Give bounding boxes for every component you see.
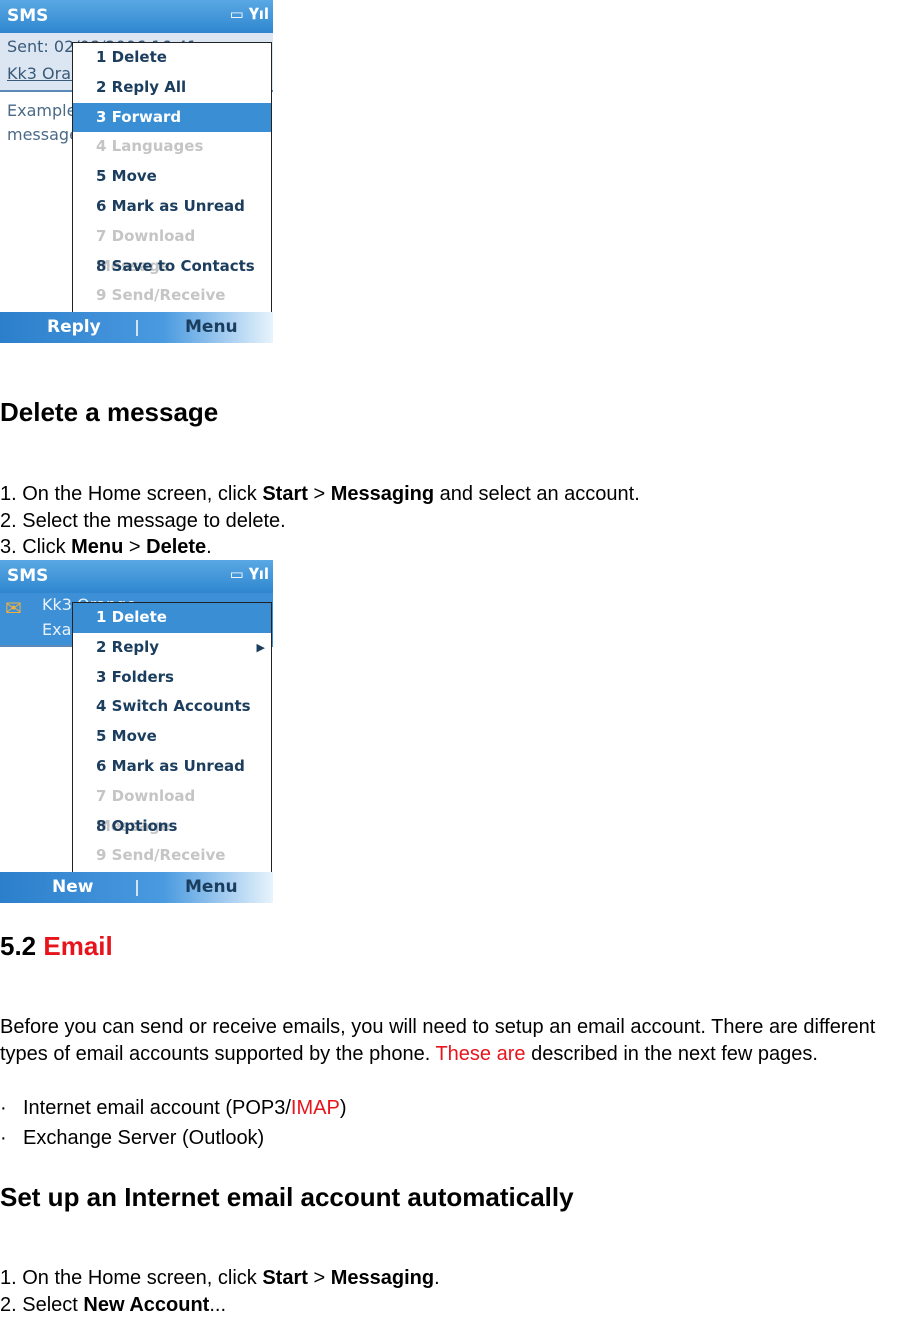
menu-item[interactable]: 2 Reply All bbox=[73, 73, 271, 103]
heading-email: 5.2 Email bbox=[0, 931, 113, 962]
menu-item: 9 Send/Receive bbox=[73, 281, 271, 311]
menu-item-label: 2 Reply All bbox=[96, 78, 186, 96]
menu-item[interactable]: 1 Delete bbox=[73, 43, 271, 73]
title-bar: SMS ▭ 𝐘ıl bbox=[0, 0, 273, 33]
menu-item-label: 3 Forward bbox=[96, 108, 181, 126]
heading-delete-message: Delete a message bbox=[0, 397, 218, 428]
menu-item-label: 8 Options bbox=[96, 817, 177, 835]
softkey-menu[interactable]: Menu bbox=[185, 317, 238, 337]
menu-item[interactable]: 5 Move bbox=[73, 722, 271, 752]
menu-item: 7 Download Message bbox=[73, 782, 271, 812]
menu-item-label: 9 Send/Receive bbox=[96, 846, 225, 864]
menu-item: 9 Send/Receive bbox=[73, 841, 271, 871]
menu-item[interactable]: 3 Forward bbox=[73, 103, 271, 133]
menu-item-label: 9 Send/Receive bbox=[96, 286, 225, 304]
menu-item[interactable]: 6 Mark as Unread bbox=[73, 192, 271, 222]
imap-link[interactable]: IMAP bbox=[291, 1097, 340, 1119]
menu-item-label: 3 Folders bbox=[96, 668, 174, 686]
menu-item[interactable]: 8 Options bbox=[73, 812, 271, 842]
menu-item[interactable]: 4 Switch Accounts bbox=[73, 692, 271, 722]
context-menu: 1 Delete 2 Reply All 3 Forward 4 Languages 5… bbox=[72, 42, 272, 313]
softkey-new[interactable]: New bbox=[52, 877, 93, 897]
phone-screenshot-inbox-menu: SMS▭ 𝐘ıl ✉ Kk3 Orange Example 1 Delete2 … bbox=[0, 560, 273, 903]
sent-label: Sent: bbox=[7, 37, 49, 56]
bullet-1: ·Internet email account (POP3/IMAP) bbox=[0, 1095, 898, 1122]
these-are-link[interactable]: These are bbox=[435, 1043, 525, 1065]
menu-item-label: 5 Move bbox=[96, 727, 157, 745]
softkey-menu[interactable]: Menu bbox=[185, 877, 238, 897]
phone-screenshot-message-menu: SMS▭ 𝐘ıl Sent: 02/08/2006 16:41 Kk3 Oran… bbox=[0, 0, 273, 343]
app-title: SMS bbox=[7, 6, 48, 26]
menu-item[interactable]: 3 Folders bbox=[73, 663, 271, 693]
menu-item-label: 6 Mark as Unread bbox=[96, 197, 245, 215]
menu-item[interactable]: 6 Mark as Unread bbox=[73, 752, 271, 782]
menu-item: 4 Languages bbox=[73, 132, 271, 162]
menu-item[interactable]: 8 Save to Contacts bbox=[73, 252, 271, 282]
softkey-bar: Reply Menu bbox=[0, 312, 273, 343]
menu-item-label: 8 Save to Contacts bbox=[96, 257, 255, 275]
battery-signal-icon: ▭ 𝐘ıl bbox=[230, 565, 269, 583]
step: 2. Select New Account... bbox=[0, 1292, 898, 1318]
menu-item-label: 2 Reply bbox=[96, 638, 159, 656]
setup-steps: 1. On the Home screen, click Start > Mes… bbox=[0, 1265, 898, 1318]
menu-item-label: 4 Languages bbox=[96, 137, 203, 155]
message-body: Examplemessage bbox=[7, 99, 79, 147]
context-menu: 1 Delete 2 Reply ▶ 3 Folders 4 Switch Accoun… bbox=[72, 602, 272, 873]
menu-item-label: 4 Switch Accounts bbox=[96, 697, 251, 715]
battery-signal-icon: ▭ 𝐘ıl bbox=[230, 5, 269, 23]
softkey-bar: New Menu bbox=[0, 872, 273, 903]
email-intro: Before you can send or receive emails, y… bbox=[0, 1014, 898, 1067]
title-bar: SMS ▭ 𝐘ıl bbox=[0, 560, 273, 593]
menu-item-label: 1 Delete bbox=[96, 608, 167, 626]
delete-steps: 1. On the Home screen, click Start > Mes… bbox=[0, 481, 898, 561]
bullet-2: ·Exchange Server (Outlook) bbox=[0, 1125, 898, 1152]
step: 3. Click Menu > Delete. bbox=[0, 534, 898, 561]
step: 2. Select the message to delete. bbox=[0, 508, 898, 535]
menu-item-label: 5 Move bbox=[96, 167, 157, 185]
menu-item[interactable]: 2 Reply ▶ bbox=[73, 633, 271, 663]
app-title: SMS bbox=[7, 566, 48, 586]
menu-item[interactable]: 5 Move bbox=[73, 162, 271, 192]
menu-item-label: 1 Delete bbox=[96, 48, 167, 66]
heading-setup-email: Set up an Internet email account automat… bbox=[0, 1182, 574, 1213]
step: 1. On the Home screen, click Start > Mes… bbox=[0, 481, 898, 508]
menu-item[interactable]: 1 Delete bbox=[73, 603, 271, 633]
submenu-arrow-icon: ▶ bbox=[257, 633, 265, 663]
step: 1. On the Home screen, click Start > Mes… bbox=[0, 1265, 898, 1292]
menu-item: 7 Download Message bbox=[73, 222, 271, 252]
menu-item-label: 6 Mark as Unread bbox=[96, 757, 245, 775]
softkey-reply[interactable]: Reply bbox=[47, 317, 101, 337]
envelope-icon: ✉ bbox=[5, 596, 22, 620]
